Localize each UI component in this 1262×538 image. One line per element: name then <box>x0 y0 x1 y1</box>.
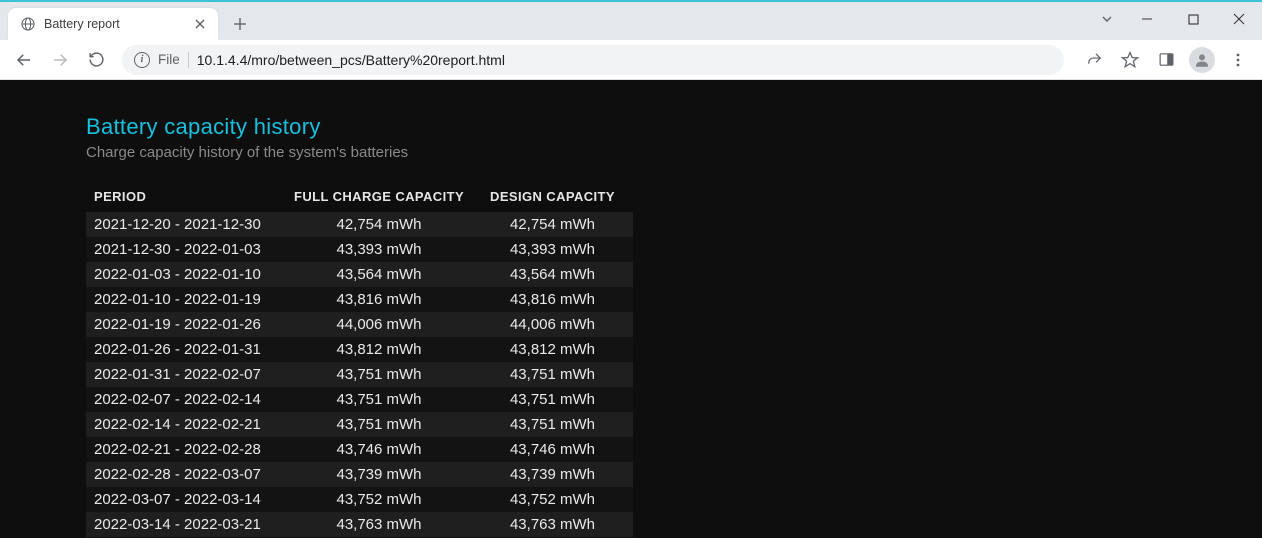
window-maximize-button[interactable] <box>1170 2 1216 36</box>
cell-period: 2022-01-26 - 2022-01-31 <box>86 337 286 362</box>
table-row: 2022-02-14 - 2022-02-2143,751 mWh43,751 … <box>86 412 633 437</box>
bookmark-button[interactable] <box>1114 44 1146 76</box>
cell-full-charge: 43,812 mWh <box>286 337 482 362</box>
globe-icon <box>20 16 36 32</box>
titlebar: Battery report <box>0 2 1262 40</box>
table-row: 2022-02-07 - 2022-02-1443,751 mWh43,751 … <box>86 387 633 412</box>
cell-period: 2022-01-19 - 2022-01-26 <box>86 312 286 337</box>
back-button[interactable] <box>8 44 40 76</box>
cell-full-charge: 43,746 mWh <box>286 437 482 462</box>
cell-period: 2022-02-07 - 2022-02-14 <box>86 387 286 412</box>
cell-full-charge: 43,739 mWh <box>286 462 482 487</box>
table-row: 2021-12-30 - 2022-01-0343,393 mWh43,393 … <box>86 237 633 262</box>
cell-period: 2022-01-10 - 2022-01-19 <box>86 287 286 312</box>
page-content[interactable]: Battery capacity history Charge capacity… <box>0 80 1262 538</box>
avatar-icon <box>1189 47 1215 73</box>
cell-full-charge: 43,751 mWh <box>286 412 482 437</box>
url-scheme-label: File <box>158 52 180 67</box>
cell-full-charge: 43,564 mWh <box>286 262 482 287</box>
cell-design: 43,751 mWh <box>482 362 633 387</box>
table-row: 2022-03-14 - 2022-03-2143,763 mWh43,763 … <box>86 512 633 537</box>
col-full-charge: FULL CHARGE CAPACITY <box>286 183 482 212</box>
table-row: 2022-02-21 - 2022-02-2843,746 mWh43,746 … <box>86 437 633 462</box>
cell-design: 43,746 mWh <box>482 437 633 462</box>
table-row: 2022-01-19 - 2022-01-2644,006 mWh44,006 … <box>86 312 633 337</box>
cell-period: 2022-02-28 - 2022-03-07 <box>86 462 286 487</box>
browser-tab[interactable]: Battery report <box>8 8 218 40</box>
profile-button[interactable] <box>1186 44 1218 76</box>
window-minimize-button[interactable] <box>1124 2 1170 36</box>
window-close-button[interactable] <box>1216 2 1262 36</box>
section-subtitle: Charge capacity history of the system's … <box>86 144 1262 161</box>
site-info-icon[interactable]: i <box>134 52 150 68</box>
table-row: 2022-01-10 - 2022-01-1943,816 mWh43,816 … <box>86 287 633 312</box>
cell-design: 43,751 mWh <box>482 412 633 437</box>
table-row: 2022-03-07 - 2022-03-1443,752 mWh43,752 … <box>86 487 633 512</box>
separator <box>188 52 189 68</box>
table-row: 2021-12-20 - 2021-12-3042,754 mWh42,754 … <box>86 212 633 237</box>
browser-toolbar: i File 10.1.4.4/mro/between_pcs/Battery%… <box>0 40 1262 80</box>
cell-full-charge: 43,751 mWh <box>286 362 482 387</box>
forward-button[interactable] <box>44 44 76 76</box>
cell-full-charge: 43,816 mWh <box>286 287 482 312</box>
cell-full-charge: 43,751 mWh <box>286 387 482 412</box>
cell-period: 2022-02-14 - 2022-02-21 <box>86 412 286 437</box>
cell-design: 43,812 mWh <box>482 337 633 362</box>
cell-design: 43,393 mWh <box>482 237 633 262</box>
cell-design: 43,816 mWh <box>482 287 633 312</box>
table-header-row: PERIOD FULL CHARGE CAPACITY DESIGN CAPAC… <box>86 183 633 212</box>
cell-design: 43,752 mWh <box>482 487 633 512</box>
cell-full-charge: 43,393 mWh <box>286 237 482 262</box>
cell-design: 42,754 mWh <box>482 212 633 237</box>
cell-design: 43,739 mWh <box>482 462 633 487</box>
url-text: 10.1.4.4/mro/between_pcs/Battery%20repor… <box>197 52 1052 68</box>
cell-design: 43,763 mWh <box>482 512 633 537</box>
cell-period: 2021-12-20 - 2021-12-30 <box>86 212 286 237</box>
tab-search-button[interactable] <box>1090 2 1124 36</box>
capacity-table: PERIOD FULL CHARGE CAPACITY DESIGN CAPAC… <box>86 183 633 537</box>
tab-title: Battery report <box>44 17 192 31</box>
cell-design: 43,564 mWh <box>482 262 633 287</box>
reload-button[interactable] <box>80 44 112 76</box>
cell-design: 43,751 mWh <box>482 387 633 412</box>
address-bar[interactable]: i File 10.1.4.4/mro/between_pcs/Battery%… <box>122 45 1064 75</box>
share-button[interactable] <box>1078 44 1110 76</box>
col-period: PERIOD <box>86 183 286 212</box>
cell-full-charge: 44,006 mWh <box>286 312 482 337</box>
table-row: 2022-02-28 - 2022-03-0743,739 mWh43,739 … <box>86 462 633 487</box>
menu-button[interactable] <box>1222 44 1254 76</box>
col-design: DESIGN CAPACITY <box>482 183 633 212</box>
cell-period: 2022-01-31 - 2022-02-07 <box>86 362 286 387</box>
cell-full-charge: 42,754 mWh <box>286 212 482 237</box>
cell-period: 2022-02-21 - 2022-02-28 <box>86 437 286 462</box>
cell-period: 2022-01-03 - 2022-01-10 <box>86 262 286 287</box>
cell-period: 2021-12-30 - 2022-01-03 <box>86 237 286 262</box>
cell-full-charge: 43,752 mWh <box>286 487 482 512</box>
table-row: 2022-01-31 - 2022-02-0743,751 mWh43,751 … <box>86 362 633 387</box>
toolbar-right <box>1078 44 1254 76</box>
window-controls <box>1090 2 1262 36</box>
table-row: 2022-01-03 - 2022-01-1043,564 mWh43,564 … <box>86 262 633 287</box>
tab-close-button[interactable] <box>192 16 208 32</box>
cell-full-charge: 43,763 mWh <box>286 512 482 537</box>
viewport: Battery capacity history Charge capacity… <box>0 80 1262 538</box>
browser-window: Battery report <box>0 0 1262 538</box>
section-title: Battery capacity history <box>86 114 1262 140</box>
new-tab-button[interactable] <box>226 10 254 38</box>
cell-design: 44,006 mWh <box>482 312 633 337</box>
cell-period: 2022-03-07 - 2022-03-14 <box>86 487 286 512</box>
cell-period: 2022-03-14 - 2022-03-21 <box>86 512 286 537</box>
side-panel-button[interactable] <box>1150 44 1182 76</box>
table-row: 2022-01-26 - 2022-01-3143,812 mWh43,812 … <box>86 337 633 362</box>
